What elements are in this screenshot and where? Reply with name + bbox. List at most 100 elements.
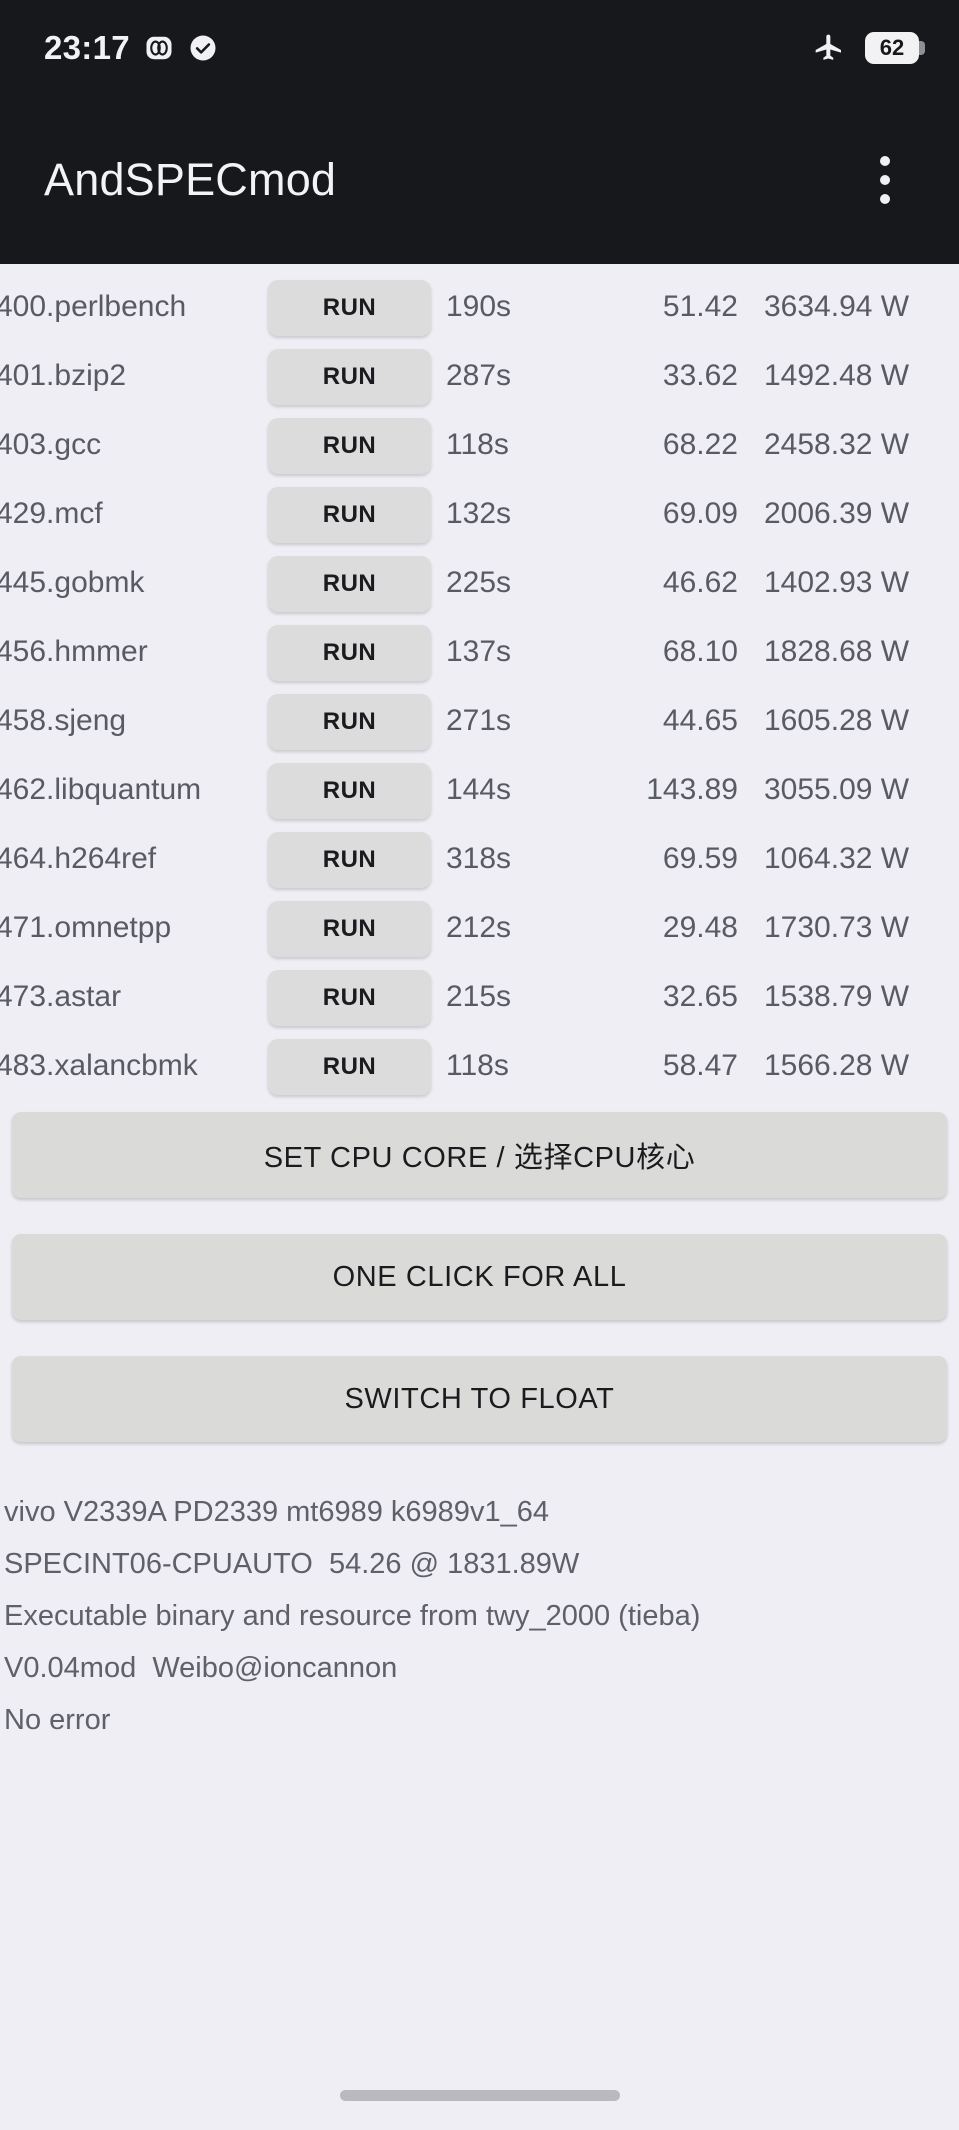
credits-line: Executable binary and resource from twy_… [4,1600,701,1632]
benchmark-time: 215s [446,980,512,1013]
benchmark-name: 403.gcc [0,428,102,461]
run-button[interactable]: RUN [268,970,431,1026]
run-button-cell: RUN [266,964,433,1026]
benchmark-score: 44.65 [662,704,738,737]
benchmark-power: 1605.28 W [764,704,910,737]
benchmark-power: 3055.09 W [764,773,910,806]
benchmark-score: 46.62 [662,566,738,599]
benchmark-time: 190s [446,290,512,323]
table-row: 473.astar RUN 215s 32.65 1538.79 W [0,964,959,1033]
benchmark-name: 400.perlbench [0,290,187,323]
check-circle-icon [188,33,218,63]
benchmark-name: 401.bzip2 [0,359,127,392]
benchmark-name: 462.libquantum [0,773,202,806]
table-row: 403.gcc RUN 118s 68.22 2458.32 W [0,412,959,481]
battery-indicator: 62 [865,32,925,64]
benchmark-name: 464.h264ref [0,842,157,875]
run-button[interactable]: RUN [268,832,431,888]
benchmark-name: 456.hmmer [0,635,148,668]
run-button[interactable]: RUN [268,418,431,474]
benchmark-time: 225s [446,566,512,599]
benchmark-time: 118s [446,1049,509,1082]
app-title: AndSPECmod [44,154,337,205]
run-button[interactable]: RUN [268,901,431,957]
run-button-cell: RUN [266,895,433,957]
one-click-for-all-button[interactable]: ONE CLICK FOR ALL [12,1234,947,1320]
table-row: 445.gobmk RUN 225s 46.62 1402.93 W [0,550,959,619]
set-cpu-core-button[interactable]: SET CPU CORE / 选择CPU核心 [12,1112,947,1198]
info-text-block: vivo V2339A PD2339 mt6989 k6989v1_64 SPE… [0,1478,959,1746]
main-content: 400.perlbench RUN 190s 51.42 3634.94 W 401.bz… [0,264,959,2130]
benchmark-score: 69.59 [662,842,738,875]
benchmark-name: 471.omnetpp [0,911,172,944]
benchmark-score: 68.22 [662,428,738,461]
benchmark-power: 1828.68 W [764,635,910,668]
benchmark-name: 445.gobmk [0,566,145,599]
home-gesture-pill[interactable] [339,2089,620,2101]
run-button[interactable]: RUN [268,556,431,612]
benchmark-score: 68.10 [662,635,738,668]
benchmark-time: 144s [446,773,512,806]
benchmark-power: 1064.32 W [764,842,910,875]
airplane-mode-icon [813,32,845,64]
run-button[interactable]: RUN [268,280,431,336]
device-info-line: vivo V2339A PD2339 mt6989 k6989v1_64 [4,1496,549,1528]
status-bar-right: 62 [813,32,925,64]
benchmark-score: 33.62 [662,359,738,392]
benchmark-power: 1730.73 W [764,911,910,944]
table-row: 429.mcf RUN 132s 69.09 2006.39 W [0,481,959,550]
benchmark-power: 1402.93 W [764,566,910,599]
run-button[interactable]: RUN [268,349,431,405]
error-status-line: No error [4,1704,111,1736]
benchmark-score: 69.09 [662,497,738,530]
benchmark-time: 271s [446,704,512,737]
benchmark-time: 287s [446,359,512,392]
benchmark-power: 2458.32 W [764,428,910,461]
benchmark-score: 32.65 [662,980,738,1013]
run-button[interactable]: RUN [268,1039,431,1095]
benchmark-power: 3634.94 W [764,290,910,323]
table-row: 401.bzip2 RUN 287s 33.62 1492.48 W [0,343,959,412]
status-bar-left: 23:17 [44,29,218,67]
more-vertical-icon[interactable] [855,144,915,216]
run-button-cell: RUN [266,619,433,681]
kebab-dot [880,194,890,204]
benchmark-name: 473.astar [0,980,122,1013]
run-button[interactable]: RUN [268,763,431,819]
benchmark-score: 51.42 [662,290,738,323]
run-button[interactable]: RUN [268,625,431,681]
table-row: 462.libquantum RUN 144s 143.89 3055.09 W [0,757,959,826]
run-button-cell: RUN [266,343,433,405]
benchmark-score: 143.89 [646,773,738,806]
benchmark-power: 1538.79 W [764,980,910,1013]
run-button-cell: RUN [266,826,433,888]
version-line: V0.04mod Weibo@ioncannon [4,1652,398,1684]
benchmark-time: 118s [446,428,509,461]
table-row: 456.hmmer RUN 137s 68.10 1828.68 W [0,619,959,688]
run-button-cell: RUN [266,412,433,474]
run-button-cell: RUN [266,688,433,750]
table-row: 400.perlbench RUN 190s 51.42 3634.94 W [0,274,959,343]
benchmark-score: 29.48 [662,911,738,944]
table-row: 464.h264ref RUN 318s 69.59 1064.32 W [0,826,959,895]
score-summary-line: SPECINT06-CPUAUTO 54.26 @ 1831.89W [4,1548,580,1580]
kebab-dot [880,156,890,166]
run-button-cell: RUN [266,274,433,336]
table-row: 483.xalancbmk RUN 118s 58.47 1566.28 W [0,1033,959,1102]
status-bar: 23:17 62 [0,0,959,96]
benchmark-time: 212s [446,911,512,944]
action-button-group: SET CPU CORE / 选择CPU核心 ONE CLICK FOR ALL… [0,1102,959,1442]
run-button[interactable]: RUN [268,487,431,543]
benchmark-name: 483.xalancbmk [0,1049,198,1082]
benchmark-power: 2006.39 W [764,497,910,530]
table-row: 471.omnetpp RUN 212s 29.48 1730.73 W [0,895,959,964]
benchmark-time: 137s [446,635,512,668]
switch-to-float-button[interactable]: SWITCH TO FLOAT [12,1356,947,1442]
benchmark-list: 400.perlbench RUN 190s 51.42 3634.94 W 401.bz… [0,264,959,1102]
benchmark-time: 318s [446,842,512,875]
benchmark-time: 132s [446,497,512,530]
run-button[interactable]: RUN [268,694,431,750]
table-row: 458.sjeng RUN 271s 44.65 1605.28 W [0,688,959,757]
status-clock: 23:17 [44,29,130,66]
benchmark-power: 1566.28 W [764,1049,910,1082]
